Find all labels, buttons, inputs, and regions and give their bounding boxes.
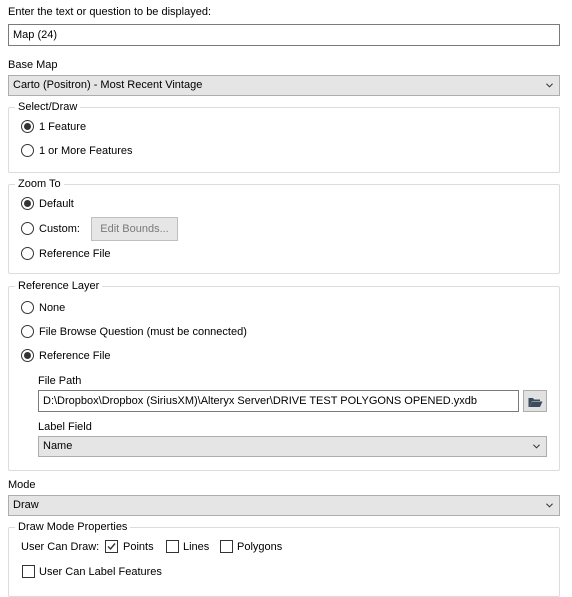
question-text-input[interactable]: Map (24) bbox=[8, 24, 560, 46]
draw-mode-properties-title: Draw Mode Properties bbox=[15, 520, 131, 534]
user-can-label-features-label: User Can Label Features bbox=[39, 566, 162, 578]
user-can-draw-label: User Can Draw: bbox=[21, 541, 100, 553]
file-path-input[interactable]: D:\Dropbox\Dropbox (SiriusXM)\Alteryx Se… bbox=[38, 390, 519, 412]
browse-file-button[interactable] bbox=[523, 390, 547, 412]
reference-layer-title: Reference Layer bbox=[15, 279, 103, 293]
radio-unselected-icon[interactable] bbox=[21, 325, 34, 338]
ref-file-browse-option[interactable]: File Browse Question (must be connected) bbox=[21, 325, 247, 341]
select-one-feature-label: 1 Feature bbox=[39, 121, 87, 133]
radio-selected-icon[interactable] bbox=[21, 120, 34, 133]
label-field-dropdown[interactable]: Name bbox=[38, 436, 547, 457]
label-field-value: Name bbox=[43, 440, 73, 452]
select-one-feature-option[interactable]: 1 Feature bbox=[21, 120, 86, 136]
zoom-custom-option[interactable]: Custom: bbox=[21, 222, 80, 238]
mode-label: Mode bbox=[8, 479, 36, 491]
lines-checkbox[interactable] bbox=[166, 540, 179, 553]
base-map-value: Carto (Positron) - Most Recent Vintage bbox=[13, 79, 203, 91]
radio-unselected-icon[interactable] bbox=[21, 222, 34, 235]
base-map-dropdown[interactable]: Carto (Positron) - Most Recent Vintage bbox=[8, 75, 560, 96]
zoom-to-title: Zoom To bbox=[15, 177, 64, 191]
select-draw-group: Select/Draw 1 Feature 1 or More Features bbox=[8, 100, 560, 173]
radio-unselected-icon[interactable] bbox=[21, 301, 34, 314]
question-prompt-label: Enter the text or question to be display… bbox=[8, 6, 212, 18]
mode-dropdown[interactable]: Draw bbox=[8, 495, 560, 516]
user-can-label-features-checkbox[interactable] bbox=[22, 565, 35, 578]
zoom-to-group: Zoom To Default Custom: Edit Bounds... R… bbox=[8, 177, 560, 274]
chevron-down-icon bbox=[546, 503, 553, 508]
zoom-custom-label: Custom: bbox=[39, 223, 80, 235]
folder-open-icon bbox=[528, 398, 543, 407]
base-map-label: Base Map bbox=[8, 59, 58, 71]
ref-reference-file-option[interactable]: Reference File bbox=[21, 349, 111, 365]
ref-file-browse-label: File Browse Question (must be connected) bbox=[39, 326, 247, 338]
points-checkbox[interactable] bbox=[105, 540, 118, 553]
points-label: Points bbox=[123, 541, 154, 553]
user-can-label-features-option[interactable]: User Can Label Features bbox=[22, 565, 162, 581]
zoom-reference-file-label: Reference File bbox=[39, 248, 111, 260]
zoom-reference-file-option[interactable]: Reference File bbox=[21, 247, 111, 263]
polygons-checkbox[interactable] bbox=[220, 540, 233, 553]
zoom-default-option[interactable]: Default bbox=[21, 197, 74, 213]
zoom-default-label: Default bbox=[39, 198, 74, 210]
radio-selected-icon[interactable] bbox=[21, 349, 34, 362]
ref-none-option[interactable]: None bbox=[21, 301, 65, 317]
edit-bounds-button[interactable]: Edit Bounds... bbox=[91, 217, 178, 241]
file-path-label: File Path bbox=[38, 375, 82, 387]
draw-mode-properties-group: Draw Mode Properties User Can Draw: Poin… bbox=[8, 520, 560, 597]
lines-label: Lines bbox=[183, 541, 210, 553]
polygons-label: Polygons bbox=[237, 541, 283, 553]
mode-value: Draw bbox=[13, 499, 39, 511]
chevron-down-icon bbox=[546, 83, 553, 88]
ref-reference-file-label: Reference File bbox=[39, 350, 111, 362]
ref-none-label: None bbox=[39, 302, 66, 314]
polygons-checkbox-option[interactable]: Polygons bbox=[220, 540, 282, 556]
select-many-features-option[interactable]: 1 or More Features bbox=[21, 144, 133, 160]
radio-unselected-icon[interactable] bbox=[21, 144, 34, 157]
reference-layer-group: Reference Layer None File Browse Questio… bbox=[8, 279, 560, 471]
label-field-label: Label Field bbox=[38, 421, 92, 433]
radio-selected-icon[interactable] bbox=[21, 197, 34, 210]
chevron-down-icon bbox=[533, 444, 540, 449]
lines-checkbox-option[interactable]: Lines bbox=[166, 540, 209, 556]
select-draw-title: Select/Draw bbox=[15, 100, 81, 114]
radio-unselected-icon[interactable] bbox=[21, 247, 34, 260]
select-many-features-label: 1 or More Features bbox=[39, 145, 133, 157]
points-checkbox-option[interactable]: Points bbox=[105, 540, 154, 555]
checkmark-icon bbox=[107, 543, 116, 551]
